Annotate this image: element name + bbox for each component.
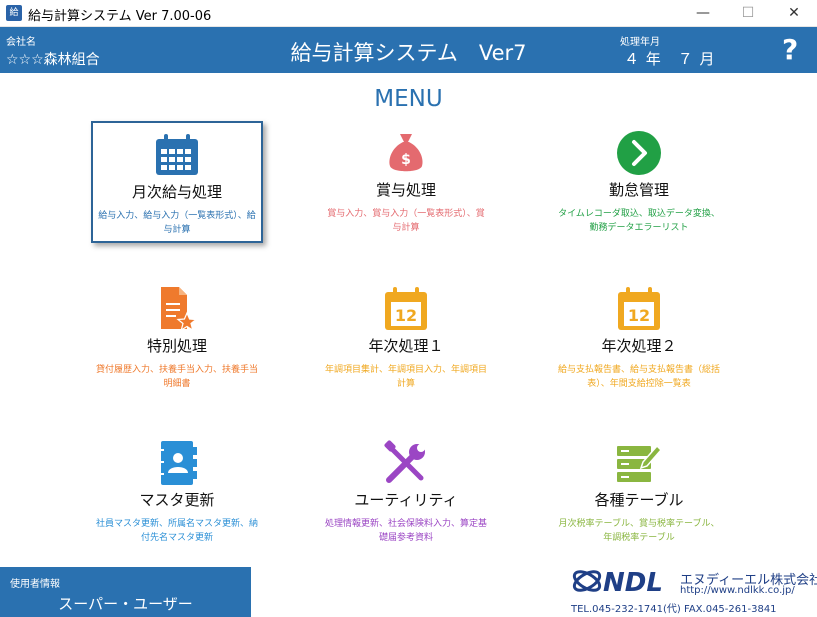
tile-description: 給与支払報告書、給与支払報告書（総括表）、年間支給控除一覧表 bbox=[557, 365, 720, 389]
address-book-icon bbox=[158, 441, 197, 485]
period-value: ４ 年 ７ 月 bbox=[624, 50, 716, 68]
user-name: スーパー・ユーザー bbox=[58, 595, 193, 613]
tile-description: 年調項目集計、年調項目入力、年調項目計算 bbox=[324, 365, 487, 389]
calendar-12-icon: 12 bbox=[385, 287, 427, 330]
ndl-logo-text: NDL bbox=[603, 568, 663, 597]
tile-label: 年次処理１ bbox=[368, 337, 444, 355]
period-label: 処理年月 bbox=[620, 37, 660, 48]
app-icon: 給 bbox=[6, 5, 22, 21]
menu-tile-master-update[interactable]: マスタ更新 社員マスタ更新、所属名マスタ更新、納付先名マスタ更新 bbox=[91, 431, 263, 553]
user-info-label: 使用者情報 bbox=[10, 579, 60, 590]
tile-label: 月次給与処理 bbox=[131, 183, 222, 201]
tile-label: 勤怠管理 bbox=[608, 181, 669, 199]
menu-tile-bonus[interactable]: $ 賞与処理 賞与入力、賞与入力（一覧表形式）、賞与計算 bbox=[320, 121, 492, 243]
tools-icon bbox=[384, 440, 425, 483]
tile-label: 賞与処理 bbox=[375, 181, 436, 199]
table-edit-icon bbox=[617, 444, 663, 482]
arrow-circle-icon bbox=[617, 131, 661, 175]
tile-description: 貸付履歴入力、扶養手当入力、扶養手当明細書 bbox=[95, 365, 258, 389]
app-header: 会社名 ☆☆☆森林組合 給与計算システム Ver7 処理年月 ４ 年 ７ 月 ? bbox=[0, 27, 817, 73]
tile-description: 社員マスタ更新、所属名マスタ更新、納付先名マスタ更新 bbox=[95, 519, 258, 543]
tile-description: タイムレコーダ取込、取込データ変換、勤務データエラーリスト bbox=[558, 209, 720, 233]
svg-text:12: 12 bbox=[395, 306, 417, 325]
vendor-contact: TEL.045-232-1741(代) FAX.045-261-3841 bbox=[571, 604, 777, 615]
tile-label: マスタ更新 bbox=[139, 491, 215, 509]
maximize-button[interactable]: ☐ bbox=[725, 0, 771, 27]
tile-label: 特別処理 bbox=[146, 337, 207, 355]
minimize-button[interactable]: — bbox=[680, 0, 726, 27]
tile-description: 賞与入力、賞与入力（一覧表形式）、賞与計算 bbox=[327, 209, 485, 233]
svg-text:$: $ bbox=[401, 152, 411, 168]
menu-tile-tables[interactable]: 各種テーブル 月次税率テーブル、賞与税率テーブル、年調税率テーブル bbox=[553, 431, 725, 553]
tile-label: 年次処理２ bbox=[601, 337, 677, 355]
menu-tile-monthly-payroll[interactable]: 月次給与処理 給与入力、給与入力（一覧表形式）、給与計算 bbox=[91, 121, 263, 243]
menu-tile-annual-2[interactable]: 12 年次処理２ 給与支払報告書、給与支払報告書（総括表）、年間支給控除一覧表 bbox=[553, 277, 725, 399]
ndl-logo-icon: NDL bbox=[572, 568, 663, 597]
title-bar: 給 給与計算システム Ver 7.00-06 — ☐ ✕ bbox=[0, 0, 817, 27]
tile-description: 給与入力、給与入力（一覧表形式）、給与計算 bbox=[98, 211, 256, 235]
document-star-icon bbox=[161, 287, 197, 332]
menu-title: MENU bbox=[374, 86, 443, 112]
tile-description: 月次税率テーブル、賞与税率テーブル、年調税率テーブル bbox=[558, 519, 720, 543]
help-button[interactable]: ? bbox=[782, 33, 798, 66]
tile-label: ユーティリティ bbox=[354, 491, 458, 509]
menu-tile-annual-1[interactable]: 12 年次処理１ 年調項目集計、年調項目入力、年調項目計算 bbox=[320, 277, 492, 399]
window-title: 給与計算システム Ver 7.00-06 bbox=[28, 9, 212, 24]
close-button[interactable]: ✕ bbox=[771, 0, 817, 27]
vendor-url[interactable]: http://www.ndlkk.co.jp/ bbox=[680, 585, 795, 596]
calendar-12-icon: 12 bbox=[618, 287, 660, 330]
tile-label: 各種テーブル bbox=[594, 491, 684, 509]
money-bag-icon: $ bbox=[389, 134, 423, 172]
menu-tile-attendance[interactable]: 勤怠管理 タイムレコーダ取込、取込データ変換、勤務データエラーリスト bbox=[553, 121, 725, 243]
svg-text:12: 12 bbox=[628, 306, 650, 325]
calendar-grid-icon bbox=[156, 134, 198, 175]
user-info-panel: 使用者情報 スーパー・ユーザー bbox=[0, 567, 251, 617]
menu-tile-special[interactable]: 特別処理 貸付履歴入力、扶養手当入力、扶養手当明細書 bbox=[91, 277, 263, 399]
tile-description: 処理情報更新、社会保険料入力、算定基礎届参考資料 bbox=[324, 519, 487, 543]
menu-tile-utility[interactable]: ユーティリティ 処理情報更新、社会保険料入力、算定基礎届参考資料 bbox=[320, 431, 492, 553]
